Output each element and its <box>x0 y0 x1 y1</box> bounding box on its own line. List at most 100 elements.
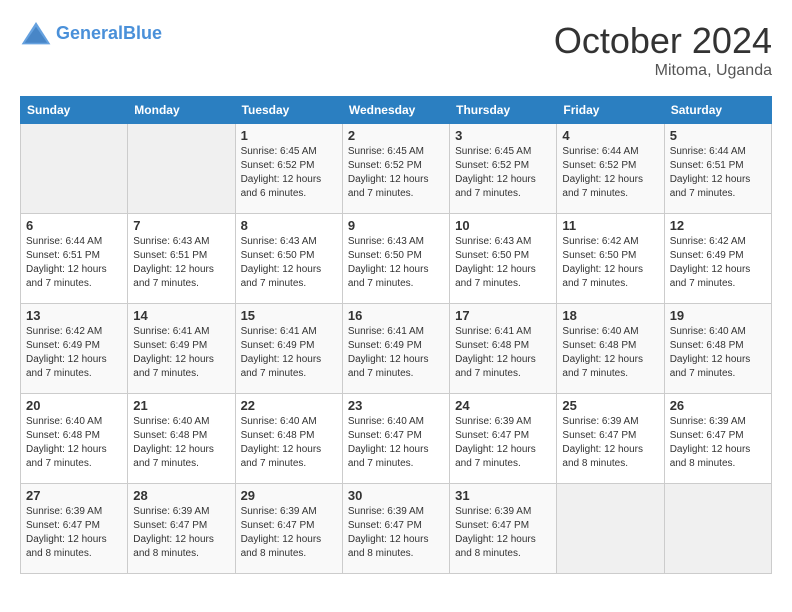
calendar-cell: 16Sunrise: 6:41 AM Sunset: 6:49 PM Dayli… <box>342 304 449 394</box>
calendar-cell: 18 Sunrise: 6:40 AM Sunset: 6:48 PM Dayli… <box>557 304 664 394</box>
calendar-cell: 3 Sunrise: 6:45 AM Sunset: 6:52 PM Daylig… <box>450 124 557 214</box>
calendar-week-row: 13Sunrise: 6:42 AM Sunset: 6:49 PM Dayli… <box>21 304 772 394</box>
day-number: 21 <box>133 398 229 413</box>
day-info: Sunrise: 6:44 AM Sunset: 6:51 PM Dayligh… <box>670 145 766 201</box>
calendar-header-row: SundayMondayTuesdayWednesdayThursdayFrid… <box>21 97 772 124</box>
day-info: Sunrise: 6:40 AM Sunset: 6:47 PM Dayligh… <box>348 415 444 471</box>
day-number: 3 <box>455 128 551 143</box>
title-block: October 2024 Mitoma, Uganda <box>554 20 772 80</box>
calendar-cell: 11 Sunrise: 6:42 AM Sunset: 6:50 PM Dayli… <box>557 214 664 304</box>
calendar-cell: 26Sunrise: 6:39 AM Sunset: 6:47 PM Dayli… <box>664 394 771 484</box>
calendar-week-row: 27Sunrise: 6:39 AM Sunset: 6:47 PM Dayli… <box>21 484 772 574</box>
logo: GeneralBlue <box>20 20 162 48</box>
calendar-week-row: 20 Sunrise: 6:40 AM Sunset: 6:48 PM Dayli… <box>21 394 772 484</box>
calendar-cell: 20 Sunrise: 6:40 AM Sunset: 6:48 PM Dayli… <box>21 394 128 484</box>
day-number: 4 <box>562 128 658 143</box>
calendar-cell: 17 Sunrise: 6:41 AM Sunset: 6:48 PM Dayli… <box>450 304 557 394</box>
day-number: 7 <box>133 218 229 233</box>
day-info: Sunrise: 6:42 AM Sunset: 6:50 PM Dayligh… <box>562 235 658 291</box>
day-number: 29 <box>241 488 337 503</box>
calendar-cell: 25 Sunrise: 6:39 AM Sunset: 6:47 PM Dayli… <box>557 394 664 484</box>
weekday-header: Saturday <box>664 97 771 124</box>
day-info: Sunrise: 6:40 AM Sunset: 6:48 PM Dayligh… <box>133 415 229 471</box>
day-info: Sunrise: 6:39 AM Sunset: 6:47 PM Dayligh… <box>133 505 229 561</box>
day-number: 1 <box>241 128 337 143</box>
day-info: Sunrise: 6:41 AM Sunset: 6:49 PM Dayligh… <box>348 325 444 381</box>
day-info: Sunrise: 6:45 AM Sunset: 6:52 PM Dayligh… <box>348 145 444 201</box>
calendar-cell: 1Sunrise: 6:45 AM Sunset: 6:52 PM Daylig… <box>235 124 342 214</box>
calendar-cell: 19Sunrise: 6:40 AM Sunset: 6:48 PM Dayli… <box>664 304 771 394</box>
logo-text: GeneralBlue <box>56 24 162 44</box>
day-number: 24 <box>455 398 551 413</box>
day-info: Sunrise: 6:42 AM Sunset: 6:49 PM Dayligh… <box>670 235 766 291</box>
weekday-header: Tuesday <box>235 97 342 124</box>
calendar-cell: 7Sunrise: 6:43 AM Sunset: 6:51 PM Daylig… <box>128 214 235 304</box>
calendar-cell: 30Sunrise: 6:39 AM Sunset: 6:47 PM Dayli… <box>342 484 449 574</box>
calendar-table: SundayMondayTuesdayWednesdayThursdayFrid… <box>20 96 772 574</box>
calendar-cell: 6 Sunrise: 6:44 AM Sunset: 6:51 PM Daylig… <box>21 214 128 304</box>
calendar-cell: 14 Sunrise: 6:41 AM Sunset: 6:49 PM Dayli… <box>128 304 235 394</box>
month-year-title: October 2024 <box>554 20 772 62</box>
day-number: 20 <box>26 398 122 413</box>
day-info: Sunrise: 6:40 AM Sunset: 6:48 PM Dayligh… <box>241 415 337 471</box>
weekday-header: Friday <box>557 97 664 124</box>
logo-icon <box>20 20 52 48</box>
day-number: 25 <box>562 398 658 413</box>
day-number: 6 <box>26 218 122 233</box>
day-info: Sunrise: 6:40 AM Sunset: 6:48 PM Dayligh… <box>562 325 658 381</box>
day-info: Sunrise: 6:40 AM Sunset: 6:48 PM Dayligh… <box>26 415 122 471</box>
day-number: 22 <box>241 398 337 413</box>
day-info: Sunrise: 6:39 AM Sunset: 6:47 PM Dayligh… <box>26 505 122 561</box>
day-number: 2 <box>348 128 444 143</box>
calendar-cell <box>128 124 235 214</box>
day-number: 15 <box>241 308 337 323</box>
calendar-cell: 27Sunrise: 6:39 AM Sunset: 6:47 PM Dayli… <box>21 484 128 574</box>
calendar-cell: 23 Sunrise: 6:40 AM Sunset: 6:47 PM Dayli… <box>342 394 449 484</box>
day-number: 23 <box>348 398 444 413</box>
calendar-cell: 2 Sunrise: 6:45 AM Sunset: 6:52 PM Daylig… <box>342 124 449 214</box>
day-number: 14 <box>133 308 229 323</box>
calendar-cell: 15 Sunrise: 6:41 AM Sunset: 6:49 PM Dayli… <box>235 304 342 394</box>
day-info: Sunrise: 6:44 AM Sunset: 6:51 PM Dayligh… <box>26 235 122 291</box>
day-number: 5 <box>670 128 766 143</box>
calendar-cell: 21 Sunrise: 6:40 AM Sunset: 6:48 PM Dayli… <box>128 394 235 484</box>
day-info: Sunrise: 6:43 AM Sunset: 6:50 PM Dayligh… <box>348 235 444 291</box>
day-info: Sunrise: 6:45 AM Sunset: 6:52 PM Dayligh… <box>455 145 551 201</box>
day-number: 26 <box>670 398 766 413</box>
calendar-body: 1 Sunrise: 6:45 AM Sunset: 6:52 PM Daylig… <box>21 124 772 574</box>
calendar-cell: 24Sunrise: 6:39 AM Sunset: 6:47 PM Dayli… <box>450 394 557 484</box>
calendar-cell <box>664 484 771 574</box>
day-number: 12 <box>670 218 766 233</box>
calendar-week-row: 1 Sunrise: 6:45 AM Sunset: 6:52 PM Daylig… <box>21 124 772 214</box>
day-number: 28 <box>133 488 229 503</box>
calendar-cell: 13Sunrise: 6:42 AM Sunset: 6:49 PM Dayli… <box>21 304 128 394</box>
day-number: 11 <box>562 218 658 233</box>
location-subtitle: Mitoma, Uganda <box>554 62 772 80</box>
calendar-cell: 10 Sunrise: 6:43 AM Sunset: 6:50 PM Dayli… <box>450 214 557 304</box>
weekday-header: Monday <box>128 97 235 124</box>
calendar-cell: 12 Sunrise: 6:42 AM Sunset: 6:49 PM Dayli… <box>664 214 771 304</box>
day-info: Sunrise: 6:44 AM Sunset: 6:52 PM Dayligh… <box>562 145 658 201</box>
calendar-cell: 28 Sunrise: 6:39 AM Sunset: 6:47 PM Dayli… <box>128 484 235 574</box>
day-number: 13 <box>26 308 122 323</box>
day-number: 8 <box>241 218 337 233</box>
day-info: Sunrise: 6:41 AM Sunset: 6:48 PM Dayligh… <box>455 325 551 381</box>
day-number: 17 <box>455 308 551 323</box>
day-info: Sunrise: 6:41 AM Sunset: 6:49 PM Dayligh… <box>241 325 337 381</box>
day-number: 18 <box>562 308 658 323</box>
calendar-cell <box>21 124 128 214</box>
day-number: 31 <box>455 488 551 503</box>
day-info: Sunrise: 6:39 AM Sunset: 6:47 PM Dayligh… <box>348 505 444 561</box>
day-info: Sunrise: 6:39 AM Sunset: 6:47 PM Dayligh… <box>455 505 551 561</box>
weekday-header: Thursday <box>450 97 557 124</box>
calendar-cell: 22 Sunrise: 6:40 AM Sunset: 6:48 PM Dayli… <box>235 394 342 484</box>
calendar-cell: 4 Sunrise: 6:44 AM Sunset: 6:52 PM Daylig… <box>557 124 664 214</box>
day-info: Sunrise: 6:43 AM Sunset: 6:50 PM Dayligh… <box>455 235 551 291</box>
day-info: Sunrise: 6:39 AM Sunset: 6:47 PM Dayligh… <box>562 415 658 471</box>
day-number: 10 <box>455 218 551 233</box>
page-header: GeneralBlue October 2024 Mitoma, Uganda <box>20 20 772 80</box>
calendar-cell: 29Sunrise: 6:39 AM Sunset: 6:47 PM Dayli… <box>235 484 342 574</box>
day-info: Sunrise: 6:41 AM Sunset: 6:49 PM Dayligh… <box>133 325 229 381</box>
day-number: 19 <box>670 308 766 323</box>
day-info: Sunrise: 6:43 AM Sunset: 6:50 PM Dayligh… <box>241 235 337 291</box>
